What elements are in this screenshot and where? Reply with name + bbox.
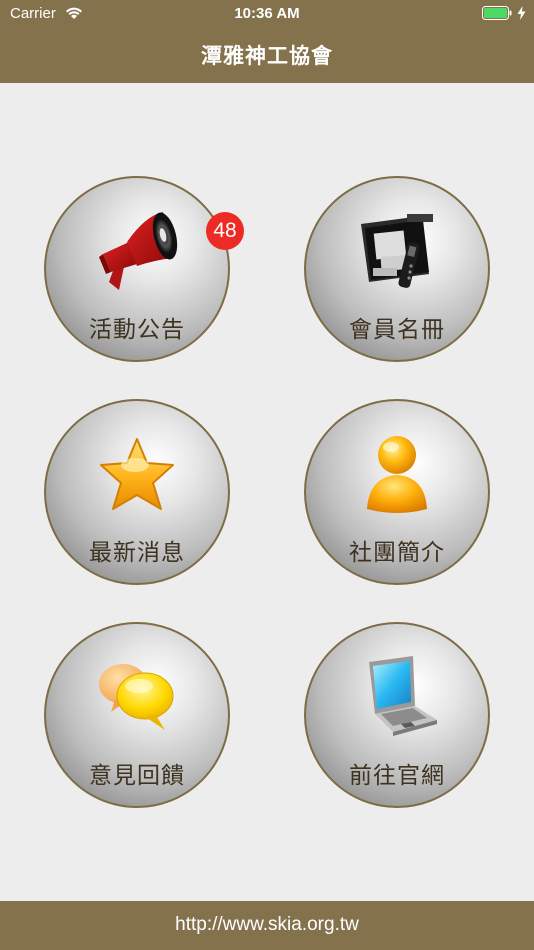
about-button[interactable]: 社團簡介: [304, 399, 490, 585]
website-button[interactable]: 前往官網: [304, 622, 490, 808]
app-header: Carrier 10:36 AM 潭雅神工協會: [0, 0, 534, 83]
activities-button[interactable]: 活動公告: [44, 176, 230, 362]
activities-label: 活動公告: [89, 317, 185, 343]
menu-grid: 活動公告 48 會員名冊 最新消息 社團簡介 意見回饋 前往官網: [0, 83, 534, 901]
battery-icon: [482, 6, 512, 20]
clock: 10:36 AM: [234, 5, 300, 22]
feedback-button[interactable]: 意見回饋: [44, 622, 230, 808]
about-label: 社團簡介: [349, 540, 445, 566]
notification-badge: 48: [206, 212, 244, 250]
status-bar: Carrier 10:36 AM: [0, 0, 534, 28]
charging-icon: [517, 6, 526, 20]
feedback-label: 意見回饋: [89, 763, 185, 789]
person-icon: [367, 436, 427, 513]
news-label: 最新消息: [89, 540, 185, 566]
members-button[interactable]: 會員名冊: [304, 176, 490, 362]
star-icon: [100, 438, 174, 510]
website-link[interactable]: http://www.skia.org.tw: [0, 914, 534, 936]
laptop-icon: [369, 656, 437, 736]
footer-bar: http://www.skia.org.tw: [0, 901, 534, 950]
megaphone-icon: [99, 212, 178, 290]
members-label: 會員名冊: [349, 317, 445, 343]
directory-folder-icon: [361, 214, 433, 288]
website-label: 前往官網: [349, 763, 445, 789]
news-button[interactable]: 最新消息: [44, 399, 230, 585]
page-title: 潭雅神工協會: [201, 44, 333, 68]
chat-bubbles-icon: [99, 664, 174, 730]
